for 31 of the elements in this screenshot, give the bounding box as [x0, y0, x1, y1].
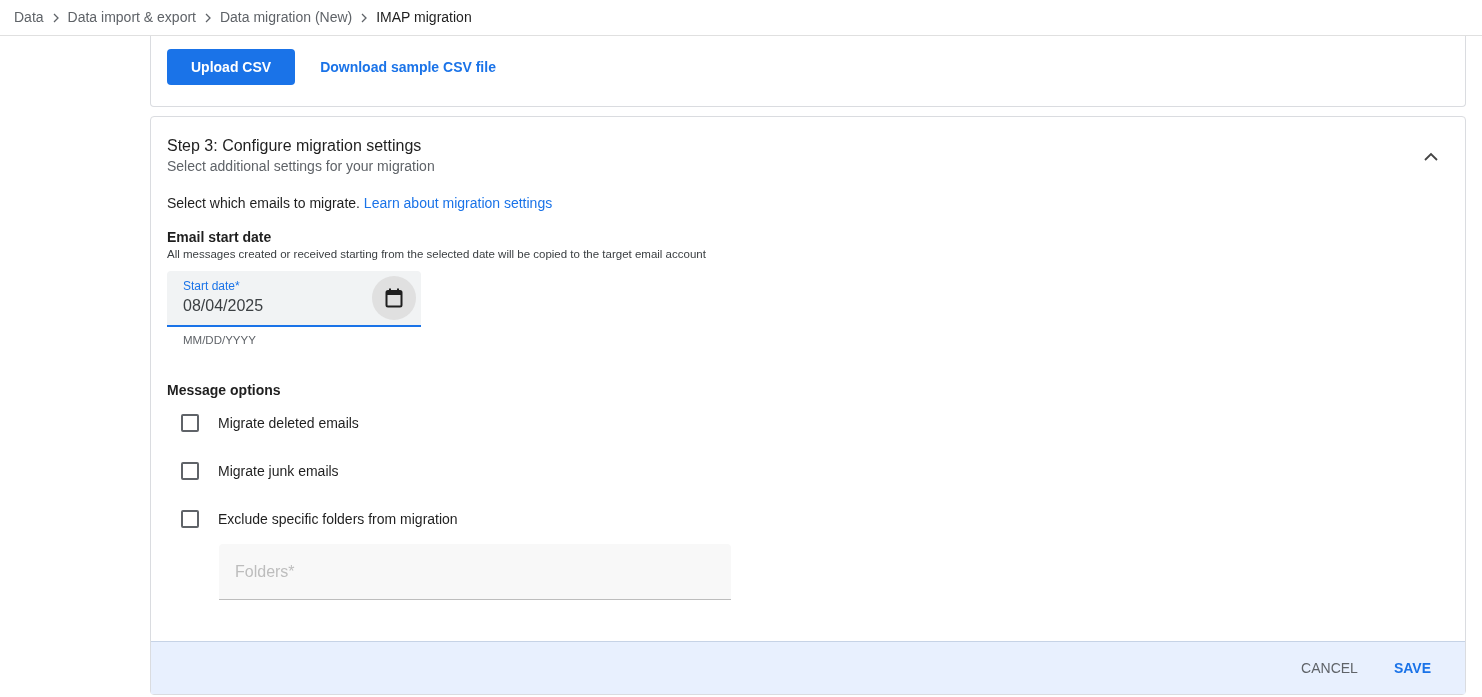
step-title: Step 3: Configure migration settings: [167, 136, 423, 156]
calendar-button[interactable]: [372, 276, 416, 320]
checkbox[interactable]: [181, 414, 199, 432]
upload-csv-button[interactable]: Upload CSV: [167, 49, 296, 85]
cancel-button[interactable]: CANCEL: [1293, 650, 1366, 686]
section-description: All messages created or received starting from the selected date will be copied to the target email account: [167, 247, 707, 262]
chevron-right-icon: [203, 12, 212, 23]
checkbox-label: Migrate deleted emails: [218, 413, 359, 433]
download-sample-link[interactable]: Download sample CSV file: [320, 49, 496, 85]
chevron-icon: [1424, 151, 1438, 161]
breadcrumb-link[interactable]: Data migration (New): [219, 7, 353, 28]
save-button[interactable]: SAVE: [1385, 650, 1439, 686]
intro-text: Select which emails to migrate. Learn about migration settings: [167, 194, 554, 213]
section-heading: Message options: [167, 381, 282, 399]
breadcrumb-link[interactable]: Data import & export: [67, 7, 196, 28]
start-date-field[interactable]: Start date* 08/04/2025: [167, 271, 421, 327]
field-hint: MM/DD/YYYY: [183, 333, 257, 348]
calendar-icon: [385, 288, 403, 308]
checkbox-label: Migrate junk emails: [218, 461, 339, 481]
chevron-right-icon: [360, 12, 369, 23]
breadcrumb-current: IMAP migration: [376, 8, 472, 27]
checkbox[interactable]: [181, 510, 199, 528]
section-heading: Email start date: [167, 228, 273, 246]
checkbox-label: Exclude specific folders from migration: [218, 509, 458, 529]
field-label: Start date*: [183, 279, 241, 293]
checkbox[interactable]: [181, 462, 199, 480]
migration-settings-link[interactable]: Learn about migration settings: [363, 195, 553, 211]
field-value: 08/04/2025: [183, 296, 264, 316]
chevron-right-icon: [51, 12, 60, 23]
step-subtitle: Select additional settings for your migration: [167, 157, 435, 176]
breadcrumb-link[interactable]: Data: [14, 7, 44, 28]
